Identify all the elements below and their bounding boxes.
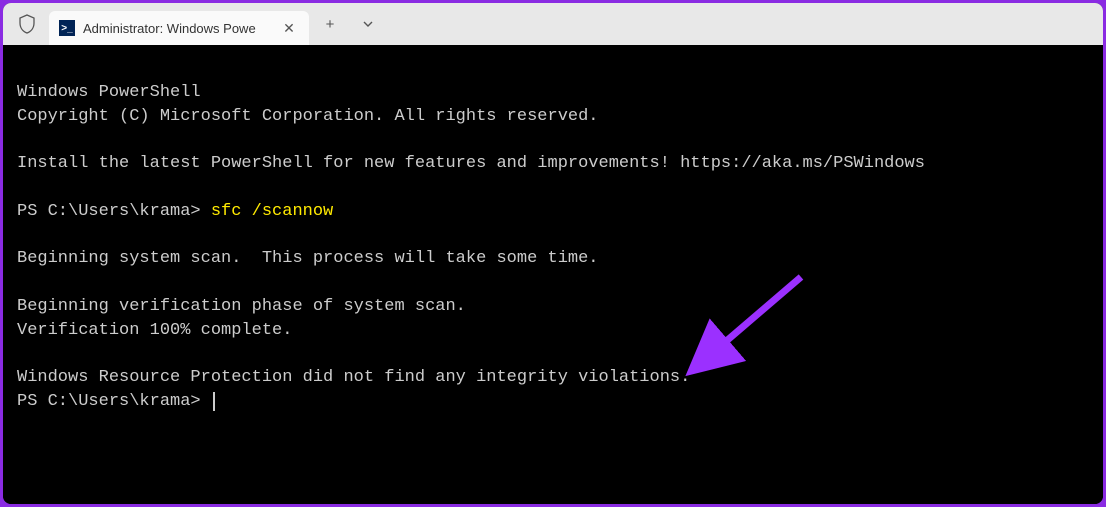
tab-title: Administrator: Windows Powe xyxy=(83,21,271,36)
terminal-line: Beginning verification phase of system s… xyxy=(17,297,466,316)
terminal-line: Beginning system scan. This process will… xyxy=(17,249,599,268)
terminal-window: >_ Administrator: Windows Powe ✕ + Windo… xyxy=(3,3,1103,504)
chevron-down-icon xyxy=(362,18,374,30)
new-tab-button[interactable]: + xyxy=(313,8,347,40)
terminal-prompt: PS C:\Users\krama> xyxy=(17,202,211,221)
cursor xyxy=(213,392,215,411)
terminal-line: Windows Resource Protection did not find… xyxy=(17,368,690,387)
terminal-line: Windows PowerShell xyxy=(17,83,201,102)
titlebar: >_ Administrator: Windows Powe ✕ + xyxy=(3,3,1103,45)
terminal-command: sfc /scannow xyxy=(211,202,333,221)
powershell-icon: >_ xyxy=(59,20,75,36)
terminal-line: Copyright (C) Microsoft Corporation. All… xyxy=(17,107,599,126)
terminal-line: Install the latest PowerShell for new fe… xyxy=(17,154,925,173)
terminal-line: Verification 100% complete. xyxy=(17,321,292,340)
shield-icon xyxy=(17,14,37,34)
tab-dropdown-button[interactable] xyxy=(351,8,385,40)
tab-powershell[interactable]: >_ Administrator: Windows Powe ✕ xyxy=(49,11,309,45)
tab-close-button[interactable]: ✕ xyxy=(279,18,299,38)
annotation-arrow-icon xyxy=(681,267,821,387)
terminal-output[interactable]: Windows PowerShell Copyright (C) Microso… xyxy=(3,45,1103,504)
terminal-prompt: PS C:\Users\krama> xyxy=(17,392,201,411)
